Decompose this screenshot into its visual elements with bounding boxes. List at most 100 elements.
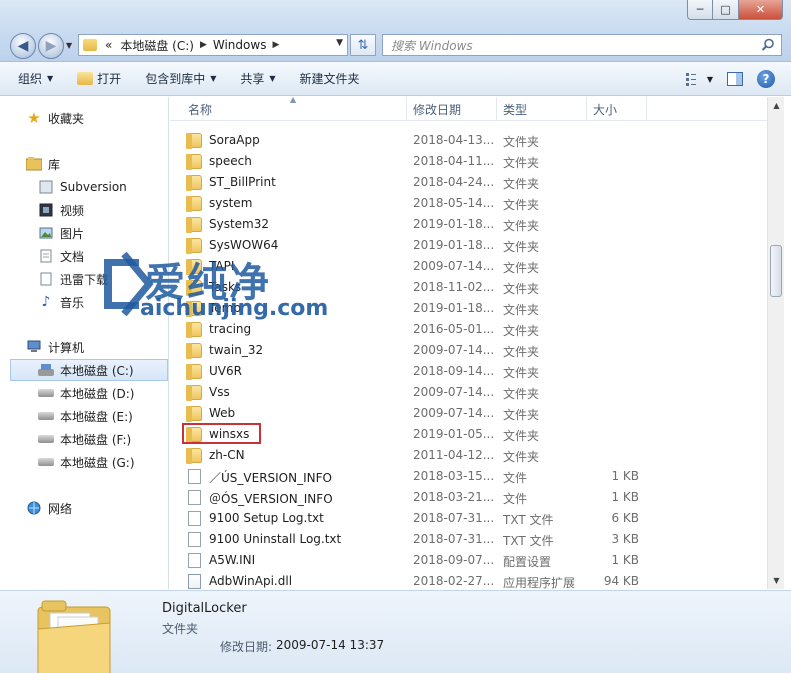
sidebar-label: 网络 <box>48 501 73 516</box>
sidebar-label: 图片 <box>60 226 85 241</box>
file-row[interactable]: A5W.INI 2018-09-07... 配置设置 1 KB <box>182 550 652 571</box>
open-button[interactable]: 打开 <box>77 70 121 87</box>
file-name: tracing <box>209 322 252 336</box>
address-dropdown-icon[interactable]: ▼ <box>336 38 343 48</box>
selected-item-type: 文件夹 <box>162 622 199 636</box>
scrollbar-thumb[interactable] <box>770 245 782 297</box>
file-row[interactable]: 9100 Setup Log.txt 2018-07-31... TXT 文件 6 K… <box>182 508 652 529</box>
sidebar-item-drive-g[interactable]: 本地磁盘 (G:) <box>38 451 135 473</box>
sidebar-item-thunder-downloads[interactable]: 迅雷下载 <box>38 268 108 290</box>
sidebar-item-videos[interactable]: 视频 <box>38 199 84 221</box>
file-row[interactable]: Web 2009-07-14... 文件夹 <box>182 403 652 424</box>
sidebar-item-drive-c[interactable]: 本地磁盘 (C:) <box>10 359 168 381</box>
sidebar-item-libraries[interactable]: 库 <box>26 153 60 175</box>
sidebar-item-music[interactable]: ♪ 音乐 <box>38 291 84 313</box>
search-icon[interactable] <box>761 38 775 52</box>
file-row[interactable]: tracing 2016-05-01... 文件夹 <box>182 319 652 340</box>
forward-button[interactable]: ▶ <box>38 33 64 59</box>
sidebar-label: 本地磁盘 (F:) <box>60 432 132 447</box>
file-row[interactable]: System32 2019-01-18... 文件夹 <box>182 214 652 235</box>
help-button[interactable]: ? <box>757 70 775 88</box>
sidebar-label: 本地磁盘 (D:) <box>60 386 135 401</box>
file-type: 文件夹 <box>503 198 540 212</box>
sidebar-item-favorites[interactable]: ★ 收藏夹 <box>26 107 84 129</box>
sidebar-item-pictures[interactable]: 图片 <box>38 222 84 244</box>
file-name: SoraApp <box>209 133 260 147</box>
folder-icon <box>186 175 202 191</box>
file-row[interactable]: SoraApp 2018-04-13... 文件夹 <box>182 130 652 151</box>
folder-icon <box>83 39 97 51</box>
file-row[interactable]: twain_32 2009-07-14... 文件夹 <box>182 340 652 361</box>
breadcrumb-separator-icon[interactable]: ▶ <box>200 40 207 50</box>
file-row[interactable]: ST_BillPrint 2018-04-24... 文件夹 <box>182 172 652 193</box>
share-button[interactable]: 共享 ▼ <box>240 70 275 87</box>
file-name: twain_32 <box>209 343 264 357</box>
file-name: 9100 Uninstall Log.txt <box>209 532 342 546</box>
file-row[interactable]: Vss 2009-07-14... 文件夹 <box>182 382 652 403</box>
file-type: 文件夹 <box>503 387 540 401</box>
folder-icon <box>186 448 202 464</box>
file-row[interactable]: zh-CN 2011-04-12... 文件夹 <box>182 445 652 466</box>
file-name: ／ÚS_VERSION_INFO <box>209 471 332 485</box>
breadcrumb-windows[interactable]: Windows <box>213 38 267 52</box>
folder-icon <box>186 364 202 380</box>
vertical-scrollbar[interactable]: ▲ ▼ <box>767 97 784 589</box>
sidebar-item-drive-f[interactable]: 本地磁盘 (F:) <box>38 428 131 450</box>
sidebar-item-drive-d[interactable]: 本地磁盘 (D:) <box>38 382 134 404</box>
search-input[interactable]: 搜索 Windows <box>382 34 782 56</box>
open-folder-icon <box>77 72 94 85</box>
change-view-button[interactable]: ▼ <box>685 72 713 86</box>
organize-label: 组织 <box>18 72 43 86</box>
organize-button[interactable]: 组织 ▼ <box>18 70 53 87</box>
download-folder-icon <box>38 271 54 287</box>
sidebar-item-subversion[interactable]: Subversion <box>38 176 127 198</box>
file-row[interactable]: winsxs 2019-01-05... 文件夹 <box>182 424 652 445</box>
file-row[interactable]: ／ÚS_VERSION_INFO 2018-03-15... 文件 1 KB <box>182 466 652 487</box>
file-type: 文件夹 <box>503 177 540 191</box>
include-in-library-button[interactable]: 包含到库中 ▼ <box>145 70 216 87</box>
refresh-button[interactable]: ⇅ <box>350 34 376 56</box>
file-row[interactable]: speech 2018-04-11... 文件夹 <box>182 151 652 172</box>
file-row[interactable]: ＠ÓS_VERSION_INFO 2018-03-21... 文件 1 KB <box>182 487 652 508</box>
address-bar[interactable]: « 本地磁盘 (C:) ▶ Windows ▶ ▼ <box>78 34 348 56</box>
window-controls: ─ □ ✕ <box>687 0 783 20</box>
file-date: 2019-01-05... <box>413 427 495 441</box>
column-header-name[interactable]: 名称 <box>182 97 407 121</box>
file-row[interactable]: system 2018-05-14... 文件夹 <box>182 193 652 214</box>
sidebar-label: 视频 <box>60 203 85 218</box>
column-header-date[interactable]: 修改日期 <box>407 97 497 121</box>
breadcrumb-separator-icon[interactable]: ▶ <box>272 40 279 50</box>
file-row[interactable]: UV6R 2018-09-14... 文件夹 <box>182 361 652 382</box>
folder-icon <box>186 196 202 212</box>
minimize-button[interactable]: ─ <box>687 0 713 20</box>
folder-icon <box>186 385 202 401</box>
column-header-size[interactable]: 大小 <box>587 97 647 121</box>
navigation-pane: ★ 收藏夹 库 Subversion 视频 图片 文档 迅雷下载 ♪ 音乐 计算… <box>0 97 169 589</box>
file-name: UV6R <box>209 364 242 378</box>
file-row[interactable]: AdbWinApi.dll 2018-02-27... 应用程序扩展 94 KB <box>182 571 652 589</box>
arrow-right-icon: ▶ <box>45 38 57 54</box>
picture-icon <box>38 225 54 241</box>
sidebar-item-computer[interactable]: 计算机 <box>26 336 84 358</box>
sidebar-item-drive-e[interactable]: 本地磁盘 (E:) <box>38 405 133 427</box>
maximize-button[interactable]: □ <box>713 0 739 20</box>
file-date: 2019-01-18... <box>413 301 495 315</box>
folder-icon <box>186 322 202 338</box>
address-overflow[interactable]: « <box>105 38 112 52</box>
scroll-down-icon[interactable]: ▼ <box>768 572 785 589</box>
close-button[interactable]: ✕ <box>739 0 783 20</box>
chevron-down-icon: ▼ <box>210 74 217 83</box>
recent-pages-dropdown-icon[interactable]: ▼ <box>66 41 72 50</box>
file-date: 2009-07-14... <box>413 385 495 399</box>
column-header-type[interactable]: 类型 <box>497 97 587 121</box>
file-row[interactable]: 9100 Uninstall Log.txt 2018-07-31... TXT 文… <box>182 529 652 550</box>
sidebar-item-documents[interactable]: 文档 <box>38 245 84 267</box>
breadcrumb-drive-c[interactable]: 本地磁盘 (C:) <box>120 37 194 54</box>
back-button[interactable]: ◀ <box>10 33 36 59</box>
preview-pane-button[interactable] <box>727 72 743 86</box>
sidebar-item-network[interactable]: 网络 <box>26 497 72 519</box>
new-folder-button[interactable]: 新建文件夹 <box>300 70 360 87</box>
scroll-up-icon[interactable]: ▲ <box>768 97 785 114</box>
dll-file-icon <box>188 574 201 589</box>
file-name: zh-CN <box>209 448 245 462</box>
